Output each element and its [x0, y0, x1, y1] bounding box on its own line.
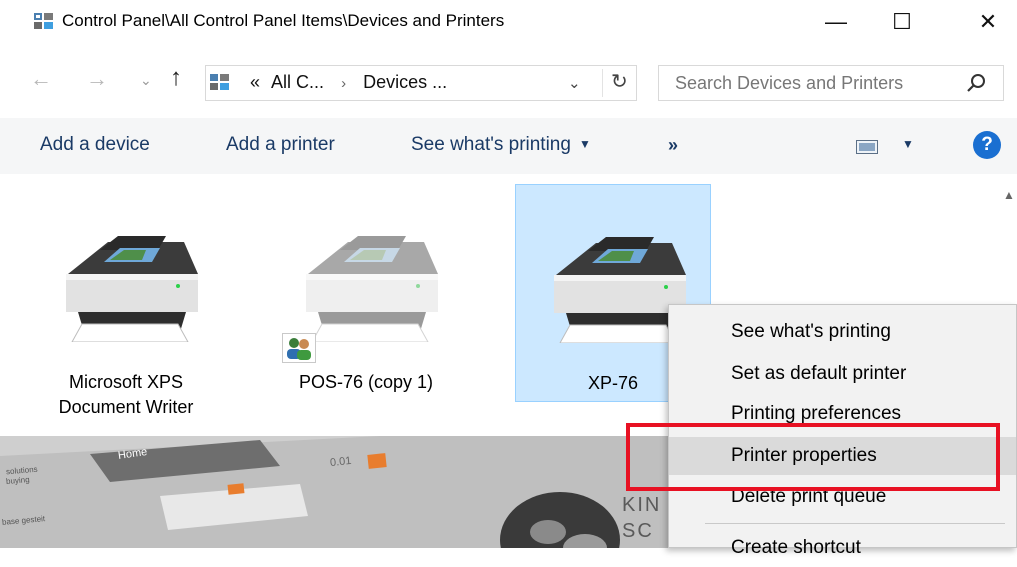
breadcrumb-separator[interactable]: ›	[341, 75, 346, 92]
maximize-button[interactable]: ☐	[872, 0, 932, 44]
minimize-button[interactable]: —	[806, 0, 866, 44]
menu-item-see-whats-printing[interactable]: See what's printing	[669, 313, 1016, 351]
back-button[interactable]: ←	[30, 66, 52, 92]
refresh-button[interactable]: ↻	[602, 69, 628, 97]
recent-locations-button[interactable]: ⌄	[140, 72, 152, 89]
highlight-annotation-box	[626, 423, 1000, 491]
see-whats-printing-label: See what's printing	[411, 134, 571, 155]
control-panel-icon	[34, 13, 53, 29]
shared-users-icon	[282, 333, 316, 363]
breadcrumb-devices[interactable]: Devices ...	[363, 72, 447, 92]
photo-brand-1: KIN	[622, 494, 662, 516]
device-label: POS-76 (copy 1)	[298, 372, 434, 392]
see-whats-printing-button[interactable]: See what's printing ▼	[411, 134, 591, 156]
breadcrumb: « All C... › Devices ...	[250, 72, 447, 93]
address-bar[interactable]: « All C... › Devices ... ⌄ ↻	[205, 65, 637, 101]
photo-price: 0.01	[329, 454, 352, 470]
device-label-line2: Document Writer	[58, 397, 194, 417]
users-icon	[287, 338, 311, 360]
up-button[interactable]: ↑	[170, 64, 182, 92]
menu-item-set-default-printer[interactable]: Set as default printer	[669, 355, 1016, 393]
window-title: Control Panel\All Control Panel Items\De…	[62, 11, 505, 30]
address-row: ← → ⌄ ↑ « All C... › Devices ... ⌄ ↻	[0, 56, 1017, 106]
printer-icon	[66, 236, 198, 342]
more-commands-button[interactable]: »	[668, 135, 678, 156]
breadcrumb-all-items[interactable]: All C...	[271, 72, 324, 92]
close-button[interactable]: ✕	[958, 0, 1017, 44]
search-input[interactable]	[673, 72, 957, 95]
photo-brand-2: SC	[622, 520, 654, 542]
breadcrumb-prefix[interactable]: «	[250, 72, 260, 92]
help-button[interactable]: ?	[973, 131, 1001, 159]
address-dropdown-button[interactable]: ⌄	[568, 74, 581, 92]
triangle-down-icon: ▼	[578, 137, 591, 151]
search-box[interactable]	[658, 65, 1004, 101]
scroll-up-icon[interactable]: ▲	[1003, 188, 1015, 202]
add-device-button[interactable]: Add a device	[40, 134, 150, 156]
device-pos-76-copy[interactable]: POS-76 (copy 1)	[268, 184, 464, 402]
search-icon[interactable]	[967, 73, 987, 93]
menu-separator	[705, 523, 1005, 524]
control-panel-icon	[210, 74, 229, 90]
device-label: Microsoft XPS	[68, 372, 184, 392]
add-printer-button[interactable]: Add a printer	[226, 134, 335, 156]
menu-item-create-shortcut[interactable]: Create shortcut	[669, 529, 1016, 567]
forward-button[interactable]: →	[86, 66, 108, 92]
device-microsoft-xps[interactable]: Microsoft XPS Document Writer	[28, 184, 224, 417]
title-bar: Control Panel\All Control Panel Items\De…	[0, 0, 1017, 44]
printer-icon-offline	[306, 236, 438, 342]
change-view-icon[interactable]	[856, 140, 878, 154]
view-dropdown-icon[interactable]: ▼	[902, 137, 914, 151]
